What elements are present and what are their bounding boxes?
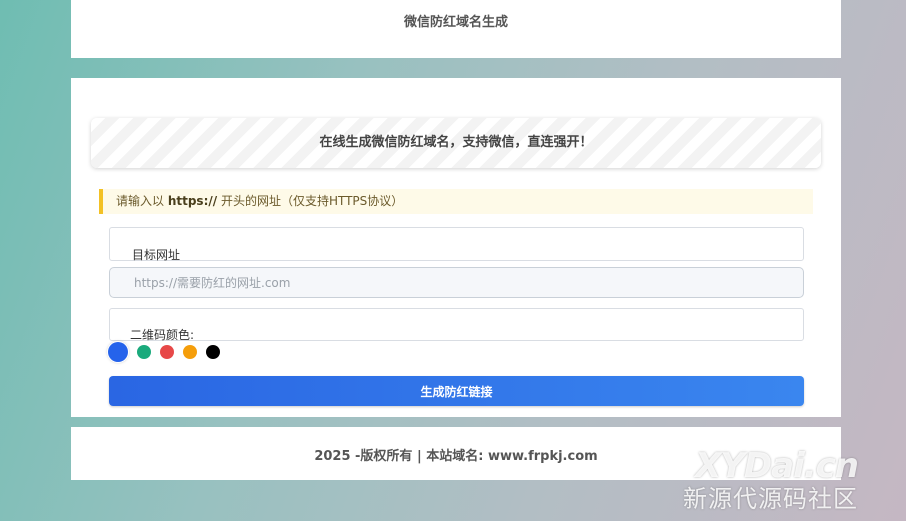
intro-banner: 在线生成微信防红域名，支持微信，直连强开！ <box>91 118 821 168</box>
color-swatch-black[interactable] <box>206 345 220 359</box>
notice-suffix: 开头的网址（仅支持HTTPS协议） <box>217 194 404 208</box>
notice-prefix: 请输入以 <box>116 194 168 208</box>
generate-link-button[interactable]: 生成防红链接 <box>109 376 804 406</box>
page-title: 微信防红域名生成 <box>403 15 508 30</box>
color-swatch-green[interactable] <box>137 345 151 359</box>
qr-color-label: 二维码颜色: <box>130 328 195 342</box>
main-card: 在线生成微信防红域名，支持微信，直连强开！ 请输入以 https:// 开头的网… <box>71 78 841 417</box>
footer-copyright: 2025 -版权所有 | 本站域名: www.frpkj.com <box>314 449 598 464</box>
target-url-label: 目标网址 <box>132 248 181 262</box>
color-swatch-orange[interactable] <box>183 345 197 359</box>
header-card: 微信防红域名生成 <box>71 0 841 58</box>
https-notice: 请输入以 https:// 开头的网址（仅支持HTTPS协议） <box>99 189 813 214</box>
watermark-sub-text: 新源代源码社区 <box>683 485 858 513</box>
url-input[interactable] <box>109 267 804 298</box>
target-url-label-box: 目标网址 <box>109 227 804 262</box>
qr-color-label-box: 二维码颜色: <box>109 308 804 342</box>
notice-highlight: https:// <box>167 194 218 208</box>
color-swatch-blue[interactable] <box>108 342 128 362</box>
footer-card: 2025 -版权所有 | 本站域名: www.frpkj.com <box>71 427 841 480</box>
color-swatch-red[interactable] <box>160 345 174 359</box>
